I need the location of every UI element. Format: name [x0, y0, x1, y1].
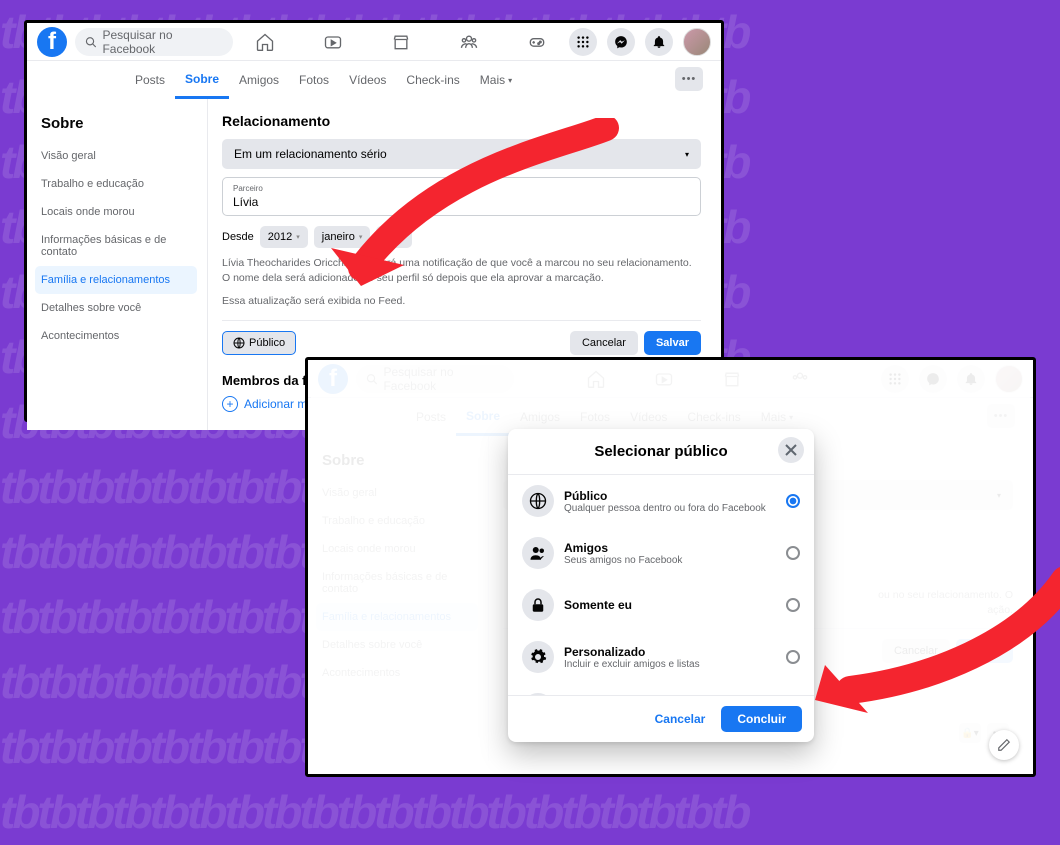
audience-option-title: Somente eu: [564, 598, 776, 612]
dialog-cancel-button[interactable]: Cancelar: [645, 706, 716, 732]
sidebar-item-acontecimentos[interactable]: Acontecimentos: [35, 322, 197, 350]
pencil-icon: [997, 738, 1011, 752]
audience-option-globe[interactable]: PúblicoQualquer pessoa dentro ou fora do…: [508, 475, 814, 527]
radio-indicator: [786, 598, 800, 612]
audience-option-subtitle: Incluir e excluir amigos e listas: [564, 659, 776, 670]
since-year-dropdown[interactable]: 2012: [260, 226, 308, 248]
edit-fab[interactable]: [989, 730, 1019, 760]
topbar: f Pesquisar no Facebook: [27, 23, 721, 61]
sidebar-item-locais[interactable]: Locais onde morou: [35, 198, 197, 226]
user-avatar[interactable]: [683, 28, 711, 56]
partner-value: Lívia: [233, 195, 258, 209]
audience-option-lock[interactable]: Somente eu: [508, 579, 814, 631]
sidebar-item-info-basicas[interactable]: Informações básicas e de contato: [35, 226, 197, 266]
audience-option-subtitle: Qualquer pessoa dentro ou fora do Facebo…: [564, 503, 776, 514]
audience-option-gear[interactable]: PersonalizadoIncluir e excluir amigos e …: [508, 631, 814, 683]
watch-icon[interactable]: [323, 32, 343, 52]
audience-option-title: Amigos: [564, 541, 776, 555]
dialog-close-button[interactable]: [778, 437, 804, 463]
audience-option-title: Personalizado: [564, 645, 776, 659]
audience-dialog: Selecionar público PúblicoQualquer pesso…: [508, 429, 814, 742]
sidebar-item-detalhes[interactable]: Detalhes sobre você: [35, 294, 197, 322]
relationship-status-value: Em um relacionamento sério: [234, 147, 387, 161]
search-icon: [85, 36, 96, 48]
tab-posts[interactable]: Posts: [125, 61, 175, 99]
window-audience-dialog: f Pesquisar no Facebook Posts Sobre Amig…: [305, 357, 1036, 777]
tab-more-actions[interactable]: •••: [675, 67, 703, 91]
marketplace-icon[interactable]: [391, 32, 411, 52]
since-day-dropdown[interactable]: 12: [376, 226, 412, 248]
tab-sobre[interactable]: Sobre: [175, 61, 229, 99]
about-sidebar: Sobre Visão geral Trabalho e educação Lo…: [27, 99, 207, 430]
close-icon: [785, 444, 797, 456]
menu-icon[interactable]: [569, 28, 597, 56]
tab-videos[interactable]: Vídeos: [339, 61, 396, 99]
sidebar-title: Sobre: [35, 115, 197, 132]
profile-tabs: Posts Sobre Amigos Fotos Vídeos Check-in…: [27, 61, 721, 99]
gear-icon: [522, 641, 554, 673]
tab-checkins[interactable]: Check-ins: [396, 61, 469, 99]
audience-option-friends[interactable]: AmigosSeus amigos no Facebook: [508, 527, 814, 579]
save-button[interactable]: Salvar: [644, 331, 701, 355]
relationship-heading: Relacionamento: [222, 113, 701, 129]
friends-icon: [522, 537, 554, 569]
privacy-label: Público: [249, 337, 285, 349]
relationship-note-1: Lívia Theocharides Oricchio receberá uma…: [222, 256, 701, 286]
partner-label: Parceiro: [233, 184, 690, 193]
sidebar-item-visao-geral[interactable]: Visão geral: [35, 142, 197, 170]
dialog-done-button[interactable]: Concluir: [721, 706, 802, 732]
gaming-icon[interactable]: [527, 32, 547, 52]
search-placeholder: Pesquisar no Facebook: [102, 28, 223, 56]
right-nav: [569, 28, 711, 56]
privacy-button[interactable]: Público: [222, 331, 296, 355]
relationship-status-dropdown[interactable]: Em um relacionamento sério ▾: [222, 139, 701, 169]
search-input[interactable]: Pesquisar no Facebook: [75, 28, 233, 56]
sidebar-item-familia[interactable]: Família e relacionamentos: [35, 266, 197, 294]
sidebar-item-trabalho[interactable]: Trabalho e educação: [35, 170, 197, 198]
groups-icon[interactable]: [459, 32, 479, 52]
globe-icon: [233, 337, 245, 349]
tab-amigos[interactable]: Amigos: [229, 61, 289, 99]
since-month-dropdown[interactable]: janeiro: [314, 226, 371, 248]
tab-fotos[interactable]: Fotos: [289, 61, 339, 99]
home-icon[interactable]: [255, 32, 275, 52]
radio-indicator: [786, 650, 800, 664]
plus-icon: +: [222, 396, 238, 412]
globe-icon: [522, 485, 554, 517]
chevron-down-icon: ▾: [685, 150, 689, 159]
audience-option-star[interactable]: Amigos próximosSua lista personalizada: [508, 683, 814, 695]
radio-indicator: [786, 546, 800, 560]
facebook-logo[interactable]: f: [37, 27, 67, 57]
since-row: Desde 2012 janeiro 12: [222, 226, 701, 248]
since-label: Desde: [222, 231, 254, 243]
notifications-icon[interactable]: [645, 28, 673, 56]
tab-mais[interactable]: Mais: [470, 61, 522, 99]
dialog-title: Selecionar público: [594, 443, 727, 460]
audience-option-subtitle: Seus amigos no Facebook: [564, 555, 776, 566]
radio-indicator: [786, 494, 800, 508]
messenger-icon[interactable]: [607, 28, 635, 56]
cancel-button[interactable]: Cancelar: [570, 331, 638, 355]
relationship-note-2: Essa atualização será exibida no Feed.: [222, 294, 701, 309]
center-nav: [233, 32, 569, 52]
partner-input[interactable]: Parceiro Lívia: [222, 177, 701, 216]
audience-option-title: Público: [564, 489, 776, 503]
lock-icon: [522, 589, 554, 621]
